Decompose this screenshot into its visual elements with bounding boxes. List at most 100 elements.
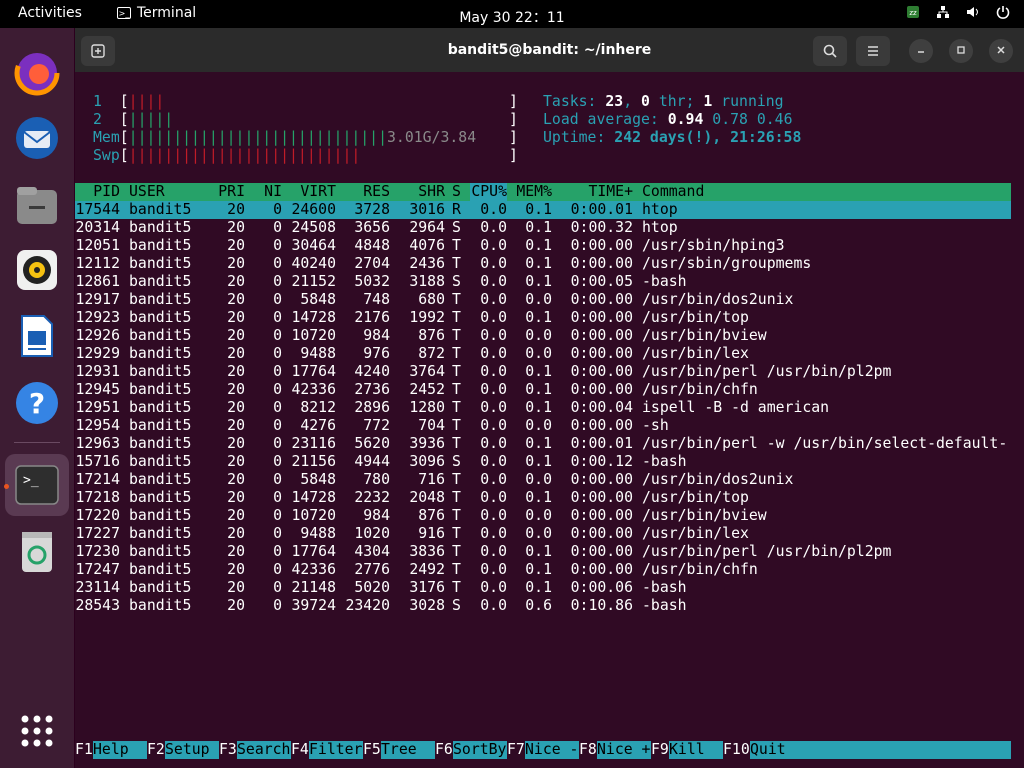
table-row[interactable]: 12945 bandit5 20 0 42336 2736 2452 T 0.0 0.1 0:00.… bbox=[75, 381, 1011, 399]
row-cpu-cell: 0.0 bbox=[480, 417, 507, 434]
row-time-cell: 0:00.04 bbox=[570, 399, 633, 416]
row-shr-cell: 3028 bbox=[409, 597, 445, 614]
fkey-f1-label[interactable]: Help bbox=[93, 741, 147, 759]
row-pri-cell: 20 bbox=[227, 399, 245, 416]
table-row[interactable]: 12954 bandit5 20 0 4276 772 704 T 0.0 0.0 0:00.00-… bbox=[75, 417, 1011, 435]
header-pid-cell[interactable]: PID bbox=[75, 183, 120, 201]
accessibility-icon[interactable]: zz bbox=[906, 5, 920, 19]
table-row[interactable]: 17230 bandit5 20 0 17764 4304 3836 T 0.0 0.1 0:00.… bbox=[75, 543, 1011, 561]
table-row[interactable]: 17247 bandit5 20 0 42336 2776 2492 T 0.0 0.1 0:00.… bbox=[75, 561, 1011, 579]
fkey-f9-label[interactable]: Kill bbox=[669, 741, 723, 759]
header-res-cell[interactable]: RES bbox=[345, 183, 390, 201]
clock[interactable]: May 30 22：11 bbox=[0, 7, 1024, 27]
table-row[interactable]: 12963 bandit5 20 0 23116 5620 3936 T 0.0 0.1 0:00.… bbox=[75, 435, 1011, 453]
table-row[interactable]: 12112 bandit5 20 0 40240 2704 2436 T 0.0 0.1 0:00.… bbox=[75, 255, 1011, 273]
cpu2-meter-end: ] bbox=[509, 111, 518, 128]
header-user-cell[interactable]: USER bbox=[129, 183, 219, 201]
table-row[interactable]: 17214 bandit5 20 0 5848 780 716 T 0.0 0.0 0:00.00 /… bbox=[75, 471, 1011, 489]
header-ni-cell[interactable]: NI bbox=[255, 183, 282, 201]
table-row[interactable]: 15716 bandit5 20 0 21156 4944 3096 S 0.0 0.1 0:00.… bbox=[75, 453, 1011, 471]
maximize-button[interactable] bbox=[949, 39, 973, 63]
header-virt-cell[interactable]: VIRT bbox=[288, 183, 336, 201]
row-command-cell: /usr/sbin/hping3 bbox=[642, 237, 785, 254]
row-mem-cell: 0.1 bbox=[525, 237, 552, 254]
table-row[interactable]: 12931 bandit5 20 0 17764 4240 3764 T 0.0 0.1 0:00.… bbox=[75, 363, 1011, 381]
row-pri-cell: 20 bbox=[227, 273, 245, 290]
header-mem-cell[interactable]: MEM% bbox=[515, 183, 552, 201]
title-bar[interactable]: bandit5@bandit: ~/inhere bbox=[75, 28, 1024, 72]
row-shr-cell: 2452 bbox=[409, 381, 445, 398]
system-tray[interactable]: zz bbox=[906, 5, 1010, 19]
minimize-button[interactable] bbox=[909, 39, 933, 63]
fkey-f9[interactable]: F9 bbox=[651, 741, 669, 759]
fkey-f8[interactable]: F8 bbox=[579, 741, 597, 759]
terminal-app-icon[interactable]: >_ bbox=[14, 462, 60, 508]
header-time-cell[interactable]: TIME+ bbox=[569, 183, 633, 201]
terminal-content[interactable]: 1 [|||| ] 2 [||||| ] Mem[|||||||||||||||… bbox=[75, 72, 1024, 768]
fkey-f3[interactable]: F3 bbox=[219, 741, 237, 759]
thunderbird-icon[interactable] bbox=[14, 115, 60, 161]
row-user-cell: bandit5 bbox=[129, 237, 192, 254]
help-icon[interactable]: ? bbox=[14, 380, 60, 426]
fkey-f6[interactable]: F6 bbox=[435, 741, 453, 759]
network-icon[interactable] bbox=[936, 5, 950, 19]
fkey-f2-label[interactable]: Setup bbox=[165, 741, 219, 759]
menu-button[interactable] bbox=[856, 36, 890, 66]
table-row[interactable]: 12917 bandit5 20 0 5848 748 680 T 0.0 0.0 0:00.00 /… bbox=[75, 291, 1011, 309]
table-row[interactable]: 12951 bandit5 20 0 8212 2896 1280 T 0.0 0.1 0:00.0… bbox=[75, 399, 1011, 417]
row-pid-cell: 17220 bbox=[75, 507, 120, 524]
table-row[interactable]: 17544 bandit5 20 0 24600 3728 3016 R 0.0 0.1 0:00.… bbox=[75, 201, 1011, 219]
fkey-f10[interactable]: F10 bbox=[723, 741, 750, 759]
fkey-f3-label[interactable]: Search bbox=[237, 741, 291, 759]
firefox-icon[interactable] bbox=[14, 50, 60, 96]
table-header[interactable]: PID USER PRI NI VIRT RES SHR S CPU% MEM% TIME+ Comm… bbox=[75, 183, 1011, 201]
search-button[interactable] bbox=[813, 36, 847, 66]
table-row[interactable]: 12861 bandit5 20 0 21152 5032 3188 S 0.0 0.1 0:00.… bbox=[75, 273, 1011, 291]
table-row[interactable]: 17218 bandit5 20 0 14728 2232 2048 T 0.0 0.1 0:00.… bbox=[75, 489, 1011, 507]
rhythmbox-icon[interactable] bbox=[14, 247, 60, 293]
table-row[interactable]: 12929 bandit5 20 0 9488 976 872 T 0.0 0.0 0:00.00 /… bbox=[75, 345, 1011, 363]
files-icon[interactable] bbox=[14, 182, 60, 228]
row-cpu-cell: 0.0 bbox=[480, 327, 507, 344]
dock-running-terminal[interactable]: >_ bbox=[5, 454, 69, 516]
fkey-f7[interactable]: F7 bbox=[507, 741, 525, 759]
row-ni-cell: 0 bbox=[273, 543, 282, 560]
row-user-cell: bandit5 bbox=[129, 381, 192, 398]
row-mem-cell: 0.1 bbox=[525, 381, 552, 398]
swp-meter: Swp[|||||||||||||||||||||||||| bbox=[93, 147, 361, 164]
table-row[interactable]: 20314 bandit5 20 0 24508 3656 2964 S 0.0 0.1 0:00.… bbox=[75, 219, 1011, 237]
row-pid-cell: 23114 bbox=[75, 579, 120, 596]
power-icon[interactable] bbox=[996, 5, 1010, 19]
trash-icon[interactable] bbox=[14, 528, 60, 574]
fkey-f6-label[interactable]: SortBy bbox=[453, 741, 507, 759]
header-cpu-cell[interactable]: CPU% bbox=[470, 183, 507, 201]
volume-icon[interactable] bbox=[966, 5, 980, 19]
row-virt-cell: 9488 bbox=[300, 345, 336, 362]
show-apps-icon[interactable] bbox=[14, 708, 60, 754]
fkey-f10-label[interactable]: Quit bbox=[750, 741, 1011, 759]
writer-icon[interactable] bbox=[14, 313, 60, 359]
table-row[interactable]: 17220 bandit5 20 0 10720 984 876 T 0.0 0.0 0:00.00… bbox=[75, 507, 1011, 525]
fkey-f5-label[interactable]: Tree bbox=[381, 741, 435, 759]
table-row[interactable]: 12923 bandit5 20 0 14728 2176 1992 T 0.0 0.1 0:00.… bbox=[75, 309, 1011, 327]
fkey-f4[interactable]: F4 bbox=[291, 741, 309, 759]
header-shr-cell[interactable]: SHR bbox=[399, 183, 445, 201]
header-pri-cell[interactable]: PRI bbox=[215, 183, 245, 201]
table-row[interactable]: 28543 bandit5 20 0 39724 23420 3028 S 0.0 0.6 0:10… bbox=[75, 597, 1011, 615]
fkey-f2[interactable]: F2 bbox=[147, 741, 165, 759]
close-button[interactable] bbox=[989, 39, 1013, 63]
row-command-cell: -bash bbox=[642, 453, 687, 470]
table-row[interactable]: 12051 bandit5 20 0 30464 4848 4076 T 0.0 0.1 0:00.… bbox=[75, 237, 1011, 255]
table-row[interactable]: 12926 bandit5 20 0 10720 984 876 T 0.0 0.0 0:00.00… bbox=[75, 327, 1011, 345]
fkey-f7-label[interactable]: Nice - bbox=[525, 741, 579, 759]
fkey-f4-label[interactable]: Filter bbox=[309, 741, 363, 759]
fkey-f1[interactable]: F1 bbox=[75, 741, 93, 759]
row-user-cell: bandit5 bbox=[129, 543, 192, 560]
table-row[interactable]: 23114 bandit5 20 0 21148 5020 3176 T 0.0 0.1 0:00.… bbox=[75, 579, 1011, 597]
header-command-cell[interactable]: Command bbox=[642, 183, 1022, 201]
header-state-cell[interactable]: S bbox=[452, 183, 464, 201]
row-ni-cell: 0 bbox=[273, 525, 282, 542]
table-row[interactable]: 17227 bandit5 20 0 9488 1020 916 T 0.0 0.0 0:00.00… bbox=[75, 525, 1011, 543]
fkey-f8-label[interactable]: Nice + bbox=[597, 741, 651, 759]
fkey-f5[interactable]: F5 bbox=[363, 741, 381, 759]
